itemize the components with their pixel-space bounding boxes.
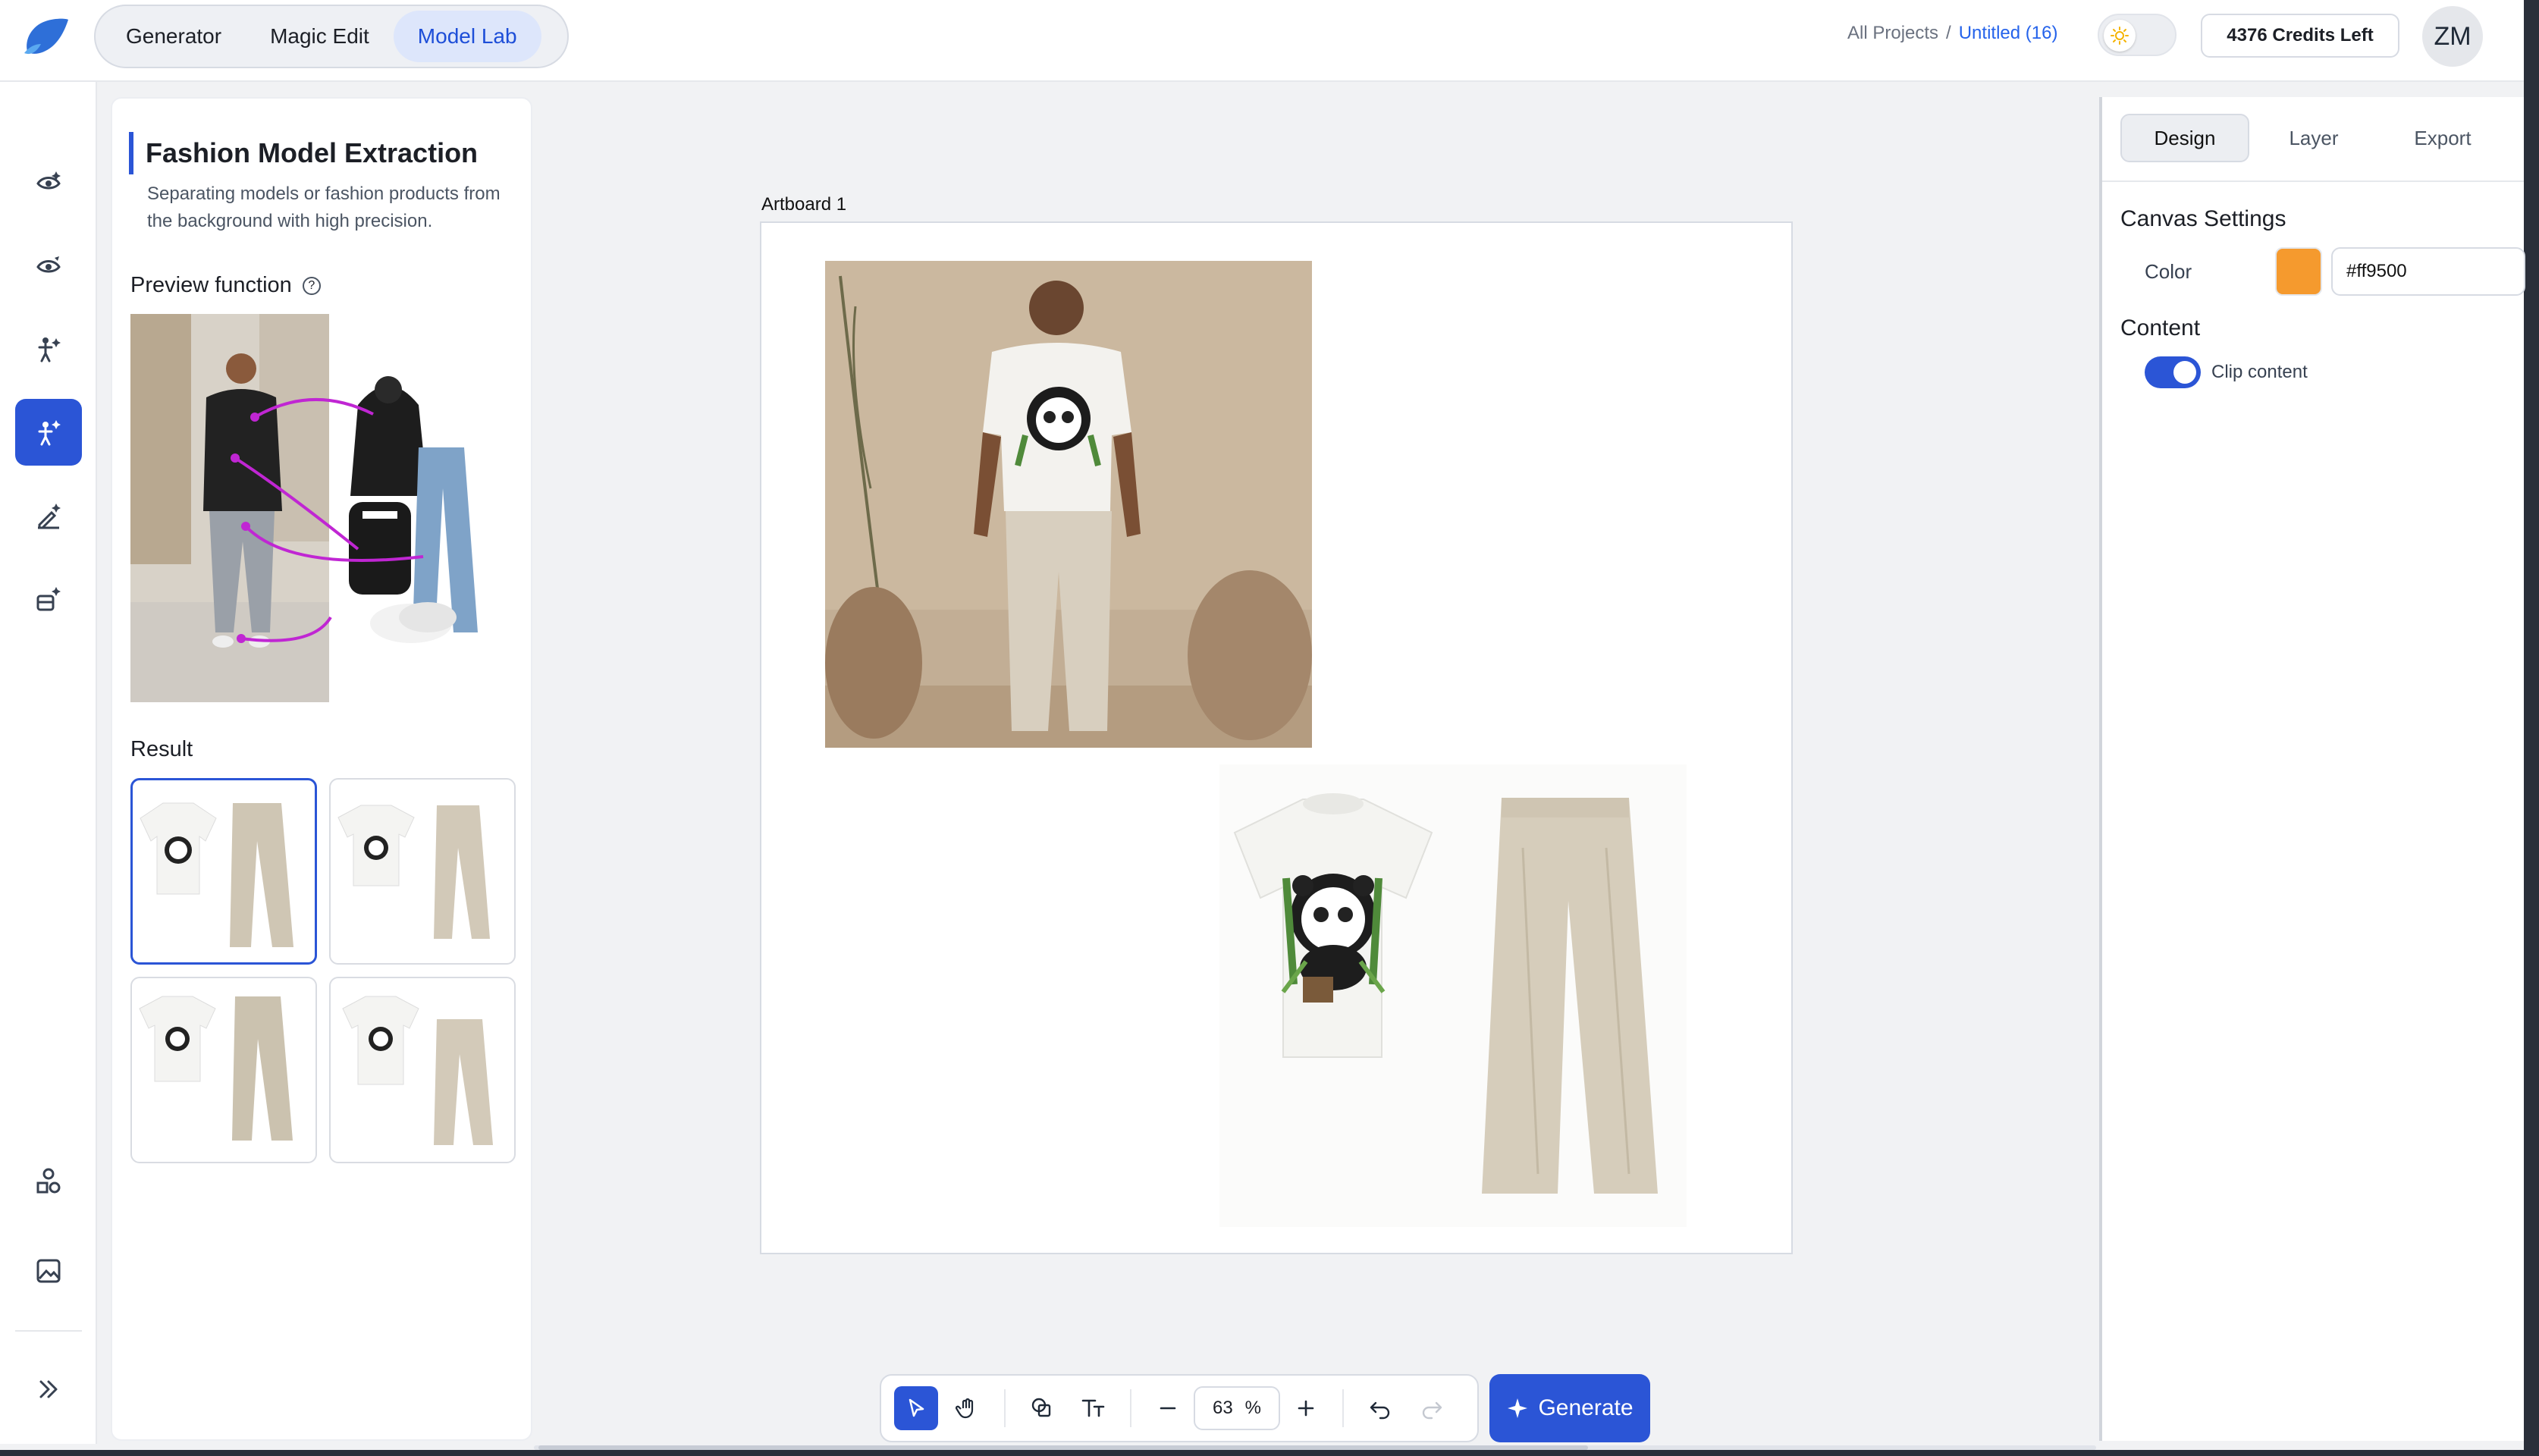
window-bottom-edge [0, 1450, 2539, 1456]
tab-design[interactable]: Design [2120, 114, 2249, 162]
generate-label: Generate [1538, 1395, 1634, 1420]
help-icon[interactable]: ? [302, 277, 321, 296]
model-extract-icon[interactable] [15, 399, 82, 466]
zoom-value: 63 [1212, 1398, 1233, 1418]
expand-icon[interactable] [15, 1356, 82, 1423]
generate-button[interactable]: Generate [1489, 1374, 1650, 1442]
zoom-out-icon[interactable] [1146, 1386, 1190, 1430]
avatar[interactable]: ZM [2422, 6, 2483, 67]
properties-panel: Design Layer Export Canvas Settings Colo… [2099, 97, 2525, 1441]
eye-edit-icon[interactable] [15, 232, 82, 299]
tab-export[interactable]: Export [2378, 114, 2507, 162]
feature-panel: Fashion Model Extraction Separating mode… [111, 97, 532, 1441]
clip-content-label: Clip content [2211, 362, 2308, 382]
window-edge [2524, 0, 2539, 1456]
panel-title: Fashion Model Extraction [129, 132, 478, 174]
text-tool-icon[interactable] [1072, 1386, 1116, 1430]
clip-content-setting: Clip content [2145, 356, 2308, 388]
preview-heading: Preview function ? [130, 273, 321, 298]
color-setting: Color [2145, 247, 2525, 296]
result-thumbnail[interactable] [329, 977, 516, 1163]
panel-description: Separating models or fashion products fr… [147, 184, 501, 231]
zoom-input[interactable]: 63 % [1194, 1386, 1280, 1430]
canvas-settings-heading: Canvas Settings [2120, 206, 2286, 231]
sparkle-icon [1508, 1398, 1528, 1418]
toolbar-divider [1130, 1389, 1131, 1427]
color-label: Color [2145, 259, 2192, 283]
hand-tool-icon[interactable] [946, 1386, 990, 1430]
zoom-unit: % [1244, 1398, 1262, 1418]
content-heading: Content [2120, 315, 2201, 340]
brush-sparkle-icon[interactable] [15, 482, 82, 549]
properties-tabs: Design Layer Export [2120, 112, 2510, 164]
preview-illustration [130, 314, 478, 702]
eye-sparkle-icon[interactable] [15, 149, 82, 215]
undo-icon[interactable] [1358, 1386, 1402, 1430]
breadcrumb-current[interactable]: Untitled (16) [1959, 23, 2058, 44]
product-sparkle-icon[interactable] [15, 566, 82, 632]
color-hex-input[interactable] [2331, 247, 2525, 296]
clip-content-toggle[interactable] [2145, 356, 2201, 388]
result-heading: Result [130, 737, 193, 761]
tab-magic-edit[interactable]: Magic Edit [246, 11, 394, 62]
gallery-icon[interactable] [15, 1238, 82, 1304]
rail-divider [15, 1330, 82, 1332]
redo-icon[interactable] [1410, 1386, 1454, 1430]
tab-generator[interactable]: Generator [102, 11, 246, 62]
app-logo[interactable] [18, 9, 73, 64]
zoom-in-icon[interactable] [1284, 1386, 1328, 1430]
toolbar-divider [1342, 1389, 1344, 1427]
pose-sparkle-icon[interactable] [15, 315, 82, 382]
shapes-icon[interactable] [15, 1148, 82, 1215]
preview-label: Preview function [130, 273, 292, 297]
select-tool-icon[interactable] [894, 1386, 938, 1430]
canvas-toolbar: 63 % [880, 1374, 1479, 1442]
toolbar-divider [1004, 1389, 1006, 1427]
sun-icon [2104, 20, 2136, 52]
result-thumbnail[interactable] [130, 977, 317, 1163]
breadcrumb-root[interactable]: All Projects [1847, 23, 1938, 44]
mode-switcher: Generator Magic Edit Model Lab [94, 5, 569, 68]
top-bar: Generator Magic Edit Model Lab All Proje… [0, 0, 2539, 82]
result-thumbnail[interactable] [130, 778, 317, 965]
result-thumbnail[interactable] [329, 778, 516, 965]
panel-divider [2102, 180, 2524, 182]
tab-model-lab[interactable]: Model Lab [393, 11, 541, 62]
shapes-tool-icon[interactable] [1020, 1386, 1064, 1430]
model-photo[interactable] [825, 261, 1312, 748]
credits-badge[interactable]: 4376 Credits Left [2201, 14, 2399, 58]
tab-layer[interactable]: Layer [2249, 114, 2378, 162]
theme-toggle[interactable] [2098, 14, 2177, 56]
tool-rail [0, 82, 97, 1444]
breadcrumb-separator: / [1946, 23, 1951, 43]
extracted-garments[interactable] [1219, 764, 1687, 1227]
breadcrumb: All Projects / Untitled (16) [1847, 23, 2057, 44]
artboard[interactable] [760, 221, 1793, 1254]
artboard-label[interactable]: Artboard 1 [761, 194, 846, 215]
color-swatch[interactable] [2275, 247, 2322, 296]
